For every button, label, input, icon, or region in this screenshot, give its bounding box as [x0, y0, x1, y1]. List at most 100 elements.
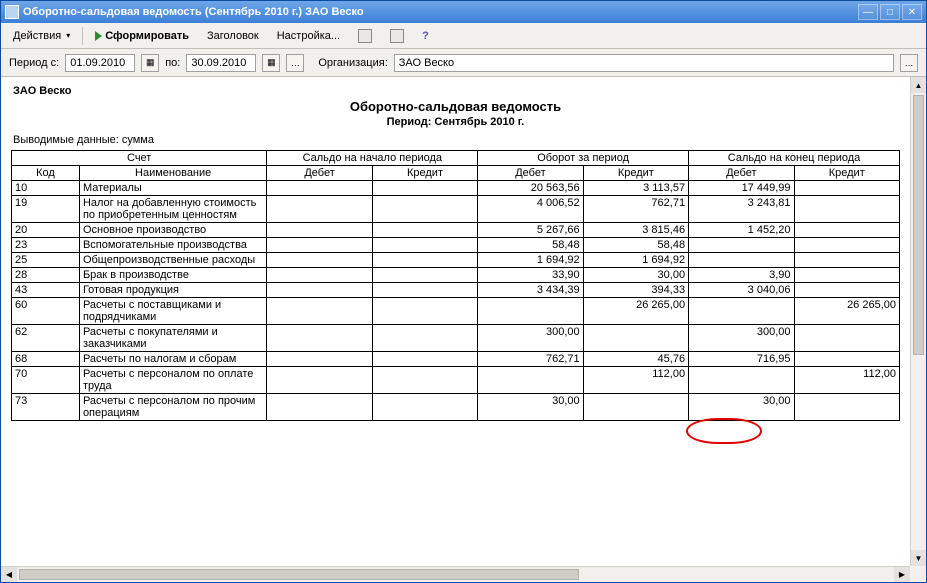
- scroll-corner: [910, 566, 926, 582]
- settings-button[interactable]: Настройка...: [269, 27, 348, 45]
- cell-value: 1 694,92: [478, 253, 583, 268]
- date-from-input[interactable]: [65, 54, 135, 72]
- table-row[interactable]: 62Расчеты с покупателями и заказчиками 30…: [12, 325, 900, 352]
- cell-value: [372, 283, 477, 298]
- cell-name: Материалы: [79, 181, 266, 196]
- table-row[interactable]: 10Материалы20 563,563 113,5717 449,99: [12, 181, 900, 196]
- th-open-debit: Дебет: [267, 166, 372, 181]
- th-account: Счет: [12, 151, 267, 166]
- cell-value: [794, 196, 900, 223]
- cell-value: 716,95: [689, 352, 794, 367]
- cell-value: 26 265,00: [583, 298, 688, 325]
- cell-value: [794, 223, 900, 238]
- scroll-up-button[interactable]: ▲: [911, 77, 926, 93]
- table-row[interactable]: 68Расчеты по налогам и сборам762,7145,76…: [12, 352, 900, 367]
- period-from-label: Период с:: [9, 57, 59, 69]
- period-to-label: по:: [165, 57, 180, 69]
- org-label: Организация:: [318, 57, 387, 69]
- hscroll-thumb[interactable]: [19, 569, 579, 580]
- vertical-scrollbar[interactable]: ▲ ▼: [910, 77, 926, 566]
- table-row[interactable]: 73Расчеты с персоналом по прочим операци…: [12, 394, 900, 421]
- vscroll-thumb[interactable]: [913, 95, 924, 355]
- cell-code: 10: [12, 181, 80, 196]
- close-button[interactable]: ✕: [902, 4, 922, 20]
- table-row[interactable]: 20Основное производство5 267,663 815,461…: [12, 223, 900, 238]
- org-ellipsis-button[interactable]: …: [900, 54, 918, 72]
- report-period: Период: Сентябрь 2010 г.: [11, 116, 900, 128]
- org-input[interactable]: [394, 54, 894, 72]
- table-row[interactable]: 70Расчеты с персоналом по оплате труда11…: [12, 367, 900, 394]
- period-ellipsis-button[interactable]: …: [286, 54, 304, 72]
- calendar-to-icon[interactable]: ▦: [262, 54, 280, 72]
- cell-value: 3 434,39: [478, 283, 583, 298]
- cell-value: [689, 238, 794, 253]
- cell-name: Готовая продукция: [79, 283, 266, 298]
- tool-icon-2[interactable]: [382, 26, 412, 46]
- cell-value: 112,00: [794, 367, 900, 394]
- tool-icon-1[interactable]: [350, 26, 380, 46]
- cell-name: Расчеты по налогам и сборам: [79, 352, 266, 367]
- cell-name: Расчеты с персоналом по прочим операциям: [79, 394, 266, 421]
- help-button[interactable]: ?: [414, 27, 437, 45]
- cell-value: 20 563,56: [478, 181, 583, 196]
- cell-value: [372, 367, 477, 394]
- cell-value: 762,71: [583, 196, 688, 223]
- actions-menu[interactable]: Действия▾: [5, 27, 78, 45]
- cell-value: [372, 181, 477, 196]
- table-row[interactable]: 28Брак в производстве33,9030,003,90: [12, 268, 900, 283]
- table-row[interactable]: 43Готовая продукция3 434,39394,333 040,0…: [12, 283, 900, 298]
- form-button[interactable]: Сформировать: [87, 27, 197, 45]
- cell-value: [372, 394, 477, 421]
- th-code: Код: [12, 166, 80, 181]
- cell-value: [794, 394, 900, 421]
- th-close-credit: Кредит: [794, 166, 900, 181]
- scroll-right-button[interactable]: ▶: [894, 567, 910, 582]
- cell-value: [267, 367, 372, 394]
- cell-value: [267, 196, 372, 223]
- cell-code: 68: [12, 352, 80, 367]
- cell-name: Брак в производстве: [79, 268, 266, 283]
- cell-name: Основное производство: [79, 223, 266, 238]
- cell-value: [372, 268, 477, 283]
- cell-value: 58,48: [478, 238, 583, 253]
- date-to-input[interactable]: [186, 54, 256, 72]
- cell-value: [267, 223, 372, 238]
- cell-name: Расчеты с персоналом по оплате труда: [79, 367, 266, 394]
- titlebar: Оборотно-сальдовая ведомость (Сентябрь 2…: [1, 1, 926, 23]
- cell-code: 62: [12, 325, 80, 352]
- table-row[interactable]: 19Налог на добавленную стоимость по прио…: [12, 196, 900, 223]
- scroll-down-button[interactable]: ▼: [911, 550, 926, 566]
- cell-value: [267, 253, 372, 268]
- th-turn-credit: Кредит: [583, 166, 688, 181]
- minimize-button[interactable]: —: [858, 4, 878, 20]
- cell-value: [267, 268, 372, 283]
- scroll-left-button[interactable]: ◀: [1, 567, 17, 582]
- cell-value: [267, 394, 372, 421]
- cell-code: 60: [12, 298, 80, 325]
- cell-value: [267, 298, 372, 325]
- cell-value: [267, 352, 372, 367]
- maximize-button[interactable]: □: [880, 4, 900, 20]
- report-viewport: ЗАО Веско Оборотно-сальдовая ведомость П…: [1, 77, 910, 566]
- cell-value: [689, 367, 794, 394]
- cell-name: Расчеты с покупателями и заказчиками: [79, 325, 266, 352]
- cell-code: 23: [12, 238, 80, 253]
- content-area: ЗАО Веско Оборотно-сальдовая ведомость П…: [1, 77, 926, 582]
- cell-value: 112,00: [583, 367, 688, 394]
- table-row[interactable]: 23Вспомогательные производства58,4858,48: [12, 238, 900, 253]
- horizontal-scrollbar[interactable]: ◀ ▶: [1, 566, 910, 582]
- cell-value: 300,00: [689, 325, 794, 352]
- header-button[interactable]: Заголовок: [199, 27, 267, 45]
- th-open-credit: Кредит: [372, 166, 477, 181]
- cell-value: [372, 196, 477, 223]
- cell-value: 3 815,46: [583, 223, 688, 238]
- table-row[interactable]: 60Расчеты с поставщиками и подрядчиками2…: [12, 298, 900, 325]
- cell-value: 300,00: [478, 325, 583, 352]
- filter-bar: Период с: ▦ по: ▦ … Организация: …: [1, 49, 926, 77]
- cell-value: [689, 298, 794, 325]
- th-turn: Оборот за период: [478, 151, 689, 166]
- table-row[interactable]: 25Общепроизводственные расходы1 694,921 …: [12, 253, 900, 268]
- calendar-from-icon[interactable]: ▦: [141, 54, 159, 72]
- report-org: ЗАО Веско: [13, 85, 900, 97]
- cell-value: 33,90: [478, 268, 583, 283]
